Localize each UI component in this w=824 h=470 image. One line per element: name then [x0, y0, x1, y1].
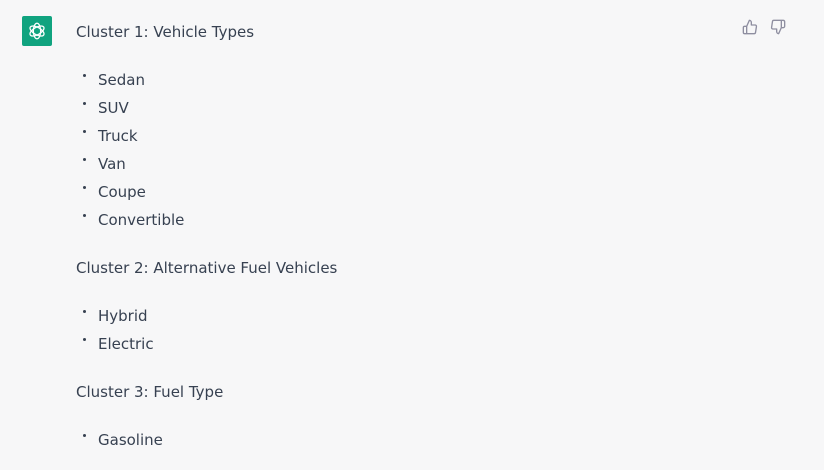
- list-item: Van: [76, 150, 716, 178]
- cluster-3: Cluster 3: Fuel Type Gasoline: [76, 378, 716, 454]
- list-item: Convertible: [76, 206, 716, 234]
- cluster-1: Cluster 1: Vehicle Types Sedan SUV Truck…: [76, 18, 716, 234]
- cluster-2: Cluster 2: Alternative Fuel Vehicles Hyb…: [76, 254, 716, 358]
- assistant-message: Cluster 1: Vehicle Types Sedan SUV Truck…: [0, 0, 824, 470]
- message-content: Cluster 1: Vehicle Types Sedan SUV Truck…: [76, 18, 716, 470]
- list-item: Coupe: [76, 178, 716, 206]
- list-item: Electric: [76, 330, 716, 358]
- list-item: Truck: [76, 122, 716, 150]
- cluster-title: Cluster 3: Fuel Type: [76, 383, 224, 401]
- list-item: Hybrid: [76, 302, 716, 330]
- list-item: Gasoline: [76, 426, 716, 454]
- cluster-title: Cluster 2: Alternative Fuel Vehicles: [76, 259, 338, 277]
- thumbs-up-icon: [742, 19, 758, 35]
- list-item: SUV: [76, 94, 716, 122]
- feedback-buttons: [742, 19, 786, 35]
- cluster-title: Cluster 1: Vehicle Types: [76, 23, 255, 41]
- assistant-avatar: [22, 16, 52, 46]
- thumbs-down-icon: [770, 19, 786, 35]
- list-item: Sedan: [76, 66, 716, 94]
- openai-logo-icon: [26, 20, 48, 42]
- cluster-item-list: Hybrid Electric: [76, 302, 716, 358]
- thumbs-up-button[interactable]: [742, 19, 758, 35]
- cluster-item-list: Gasoline: [76, 426, 716, 454]
- cluster-item-list: Sedan SUV Truck Van Coupe Convertible: [76, 66, 716, 234]
- thumbs-down-button[interactable]: [770, 19, 786, 35]
